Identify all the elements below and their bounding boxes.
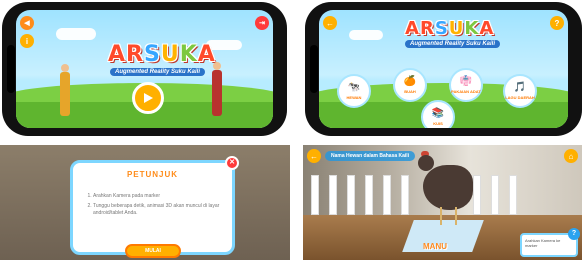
hint-text: Arahkan Kamera ke marker [525,238,561,248]
cloud [349,30,383,40]
app-logo: ARSUKA [108,42,216,67]
app-tagline: Augmented Reality Suku Kaili [110,68,206,76]
animal-icon: 🐄 [347,81,361,93]
fruit-icon: 🍊 [403,75,417,87]
back-arrow-icon: ← [326,18,334,28]
phone-splash: ARSUKA Augmented Reality Suku Kaili ◀ i … [2,2,287,136]
menu-item-pakaian-adat[interactable]: 👘 PAKAIAN ADAT [449,68,483,102]
home-button[interactable]: ⌂ [564,149,578,163]
close-button[interactable]: ✕ [225,156,239,170]
instructions-dialog: PETUNJUK Arahkan Kamera pada marker Tung… [70,156,239,258]
menu-item-hewan[interactable]: 🐄 HEWAN [337,74,371,108]
menu-item-lagu-daerah[interactable]: 🎵 LAGU DAERAH [503,74,537,108]
exit-icon: ⇥ [259,20,265,27]
splash-screen: ARSUKA Augmented Reality Suku Kaili ◀ i … [16,10,273,128]
start-button[interactable]: MULAI [125,244,181,258]
male-character [60,64,70,116]
music-icon: 🎵 [513,81,527,93]
ar-camera-screen: MANU ← Nama Hewan dalam Bahasa Kaili ⌂ A… [303,145,582,260]
phone-speaker [7,45,15,93]
chicken-3d-model [423,165,473,210]
chicken-leg [440,207,442,225]
speaker-icon: ◀ [24,20,30,27]
female-character [212,62,222,116]
phone-speaker [310,45,318,93]
ar-header-label: Nama Hewan dalam Bahasa Kaili [325,151,416,161]
menu-item-kuis[interactable]: 📚 KUIS [421,100,455,128]
app-tagline: Augmented Reality Suku Kaili [405,40,501,48]
back-button[interactable]: ← [307,149,321,163]
app-logo: ARSUKA [405,18,495,39]
instruction-step: Tunggu beberapa detik, animasi 3D akan m… [93,203,222,217]
info-button[interactable]: i [20,34,34,48]
back-arrow-icon: ← [310,151,318,161]
screenshot-collage: ARSUKA Augmented Reality Suku Kaili ◀ i … [0,0,582,260]
hint-box: Arahkan Kamera ke marker ? [520,228,580,257]
chicken-leg [455,207,457,225]
instruction-step: Arahkan Kamera pada marker [93,193,222,200]
phone-menu: ARSUKA Augmented Reality Suku Kaili ← ? … [305,2,582,136]
dialog-title: PETUNJUK [126,170,179,179]
cloud [56,28,96,40]
exit-button[interactable]: ⇥ [255,16,269,30]
instruction-list: Arahkan Kamera pada marker Tunggu bebera… [83,193,222,220]
play-button[interactable] [132,82,164,114]
home-icon: ⌂ [568,151,574,161]
white-fence [303,175,542,215]
help-button[interactable]: ? [550,16,564,30]
clothing-icon: 👘 [459,75,473,87]
marker-label: MANU [423,242,447,251]
menu-screen: ARSUKA Augmented Reality Suku Kaili ← ? … [319,10,568,128]
help-button[interactable]: ? [568,228,580,240]
play-icon [144,93,153,103]
info-icon: i [25,36,29,46]
back-button[interactable]: ← [323,16,337,30]
instructions-screen: PETUNJUK Arahkan Kamera pada marker Tung… [0,145,290,260]
menu-item-buah[interactable]: 🍊 BUAH [393,68,427,102]
quiz-icon: 📚 [431,107,445,119]
sound-button[interactable]: ◀ [20,16,34,30]
